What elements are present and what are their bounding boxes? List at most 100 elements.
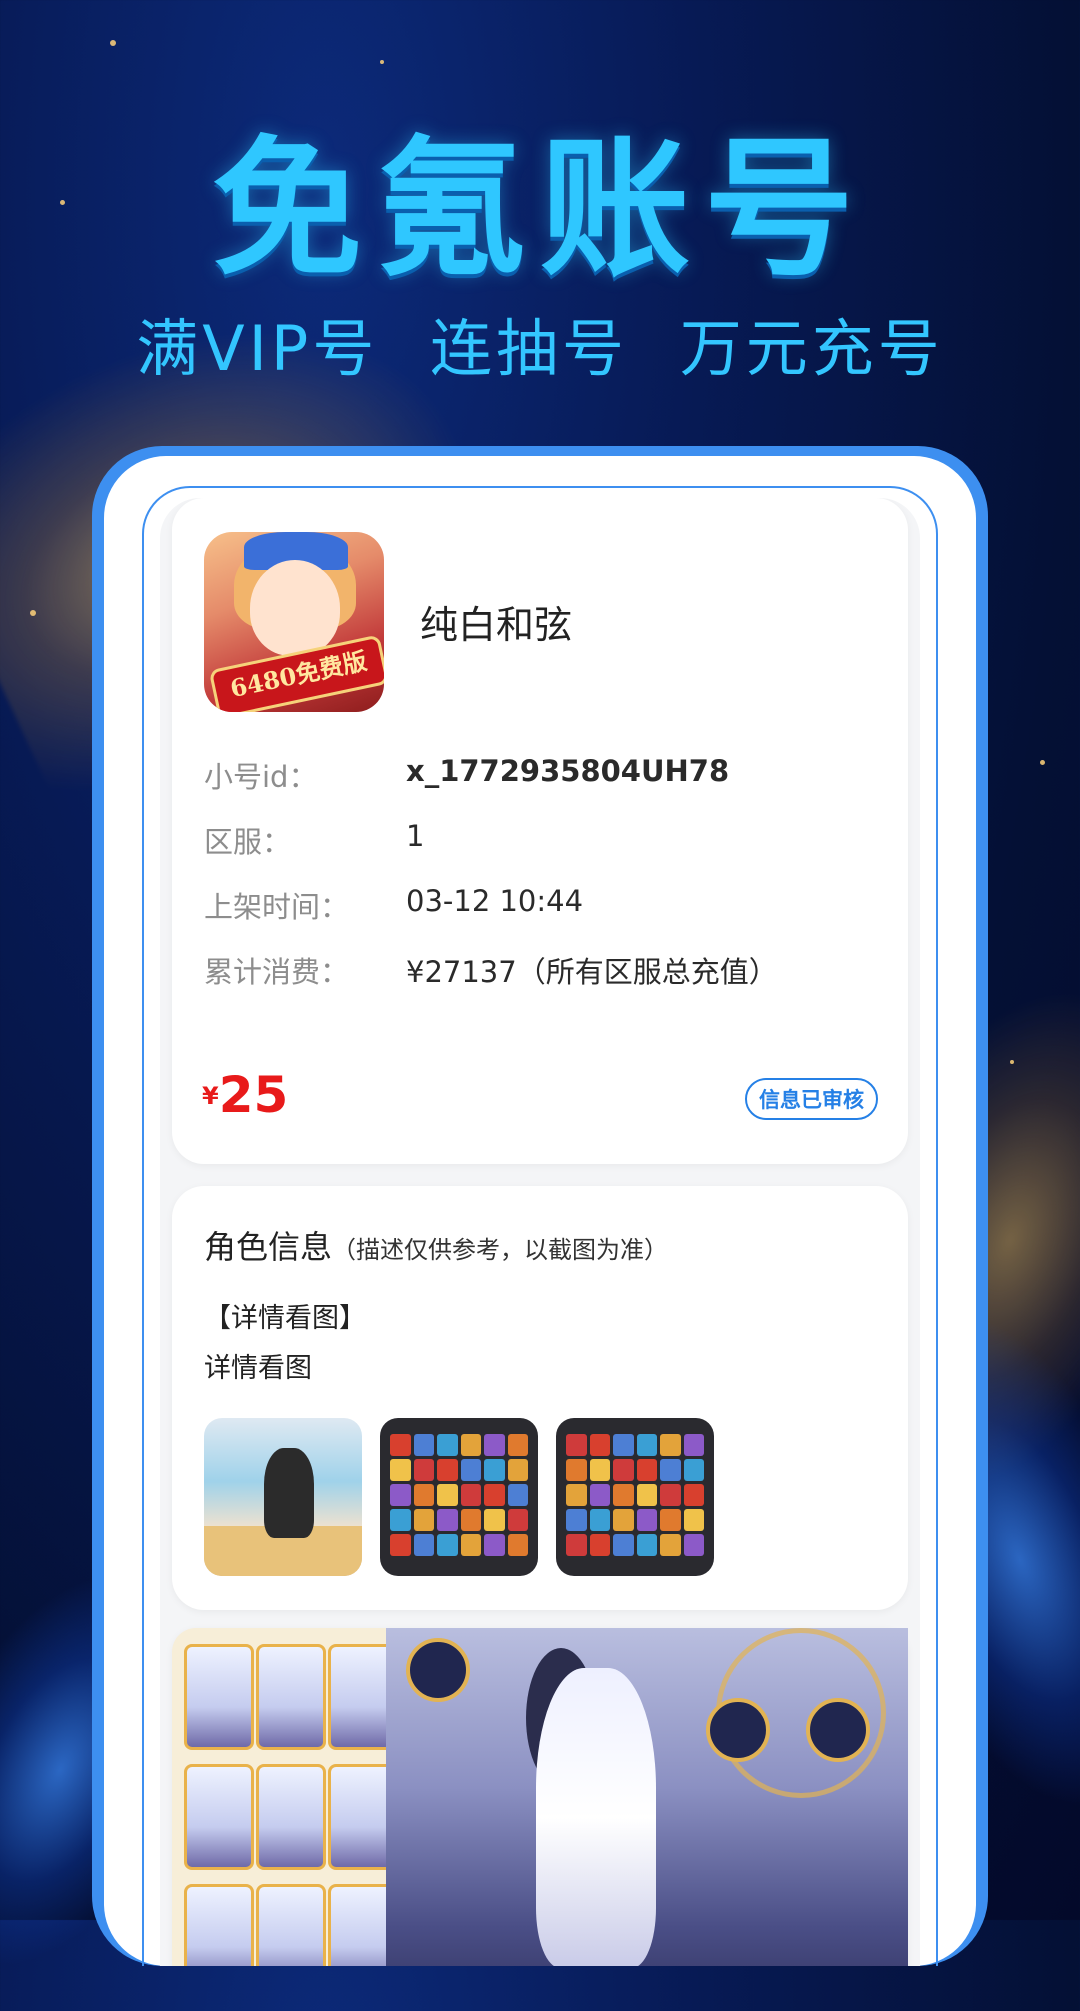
game-cover-icon[interactable]: 6480免费版 xyxy=(204,532,384,712)
inventory-cell xyxy=(460,1509,481,1531)
sparkle xyxy=(30,610,36,616)
price-amount: 25 xyxy=(218,1066,289,1124)
inventory-cell xyxy=(413,1509,434,1531)
inventory-cell xyxy=(437,1434,458,1456)
inventory-cell xyxy=(390,1484,411,1506)
inventory-cell xyxy=(484,1534,505,1556)
info-label: 小号id： xyxy=(204,760,318,794)
role-info-title: 角色信息（描述仅供参考，以截图为准） xyxy=(204,1222,668,1268)
character-card xyxy=(256,1644,326,1750)
inventory-grid xyxy=(566,1434,704,1556)
inventory-cell xyxy=(613,1509,634,1531)
inventory-cell xyxy=(437,1534,458,1556)
inventory-cell xyxy=(507,1459,528,1481)
inventory-cell xyxy=(484,1509,505,1531)
inventory-cell xyxy=(660,1509,681,1531)
inventory-grid xyxy=(390,1434,528,1556)
gear-icon xyxy=(806,1698,870,1762)
scene-character xyxy=(536,1668,656,1966)
large-screenshot[interactable] xyxy=(172,1628,908,1966)
character-card xyxy=(184,1884,254,1966)
info-value: 1 xyxy=(406,819,425,853)
info-label: 累计消费： xyxy=(204,955,350,989)
inventory-cell xyxy=(460,1484,481,1506)
inventory-cell xyxy=(413,1459,434,1481)
inventory-cell xyxy=(589,1509,610,1531)
inventory-cell xyxy=(507,1509,528,1531)
hero-title: 免氪账号 xyxy=(211,123,868,297)
inventory-cell xyxy=(390,1434,411,1456)
hero-subtitle: 满VIP号 连抽号 万元充号 xyxy=(136,312,944,385)
inventory-cell xyxy=(613,1534,634,1556)
inventory-cell xyxy=(566,1459,587,1481)
sparkle xyxy=(110,40,116,46)
inventory-cell xyxy=(636,1484,657,1506)
inventory-cell xyxy=(437,1484,458,1506)
screenshot-thumbnail[interactable] xyxy=(556,1418,714,1576)
phone-frame: 6480免费版 纯白和弦 小号id： x_1772935804UH78 区服： … xyxy=(92,446,988,1966)
info-value: x_1772935804UH78 xyxy=(406,754,730,788)
info-value: 03-12 10:44 xyxy=(406,884,584,918)
inventory-cell xyxy=(413,1534,434,1556)
info-label: 区服： xyxy=(204,825,292,859)
detail-text: 详情看图 xyxy=(204,1353,312,1384)
inventory-cell xyxy=(390,1534,411,1556)
inventory-cell xyxy=(484,1434,505,1456)
inventory-cell xyxy=(460,1459,481,1481)
thumb-art-figure xyxy=(264,1448,314,1538)
inventory-cell xyxy=(636,1459,657,1481)
inventory-cell xyxy=(636,1534,657,1556)
inventory-cell xyxy=(589,1484,610,1506)
inventory-cell xyxy=(683,1509,704,1531)
inventory-cell xyxy=(636,1509,657,1531)
inventory-cell xyxy=(683,1434,704,1456)
info-row-account-id: 小号id： x_1772935804UH78 xyxy=(204,754,876,819)
inventory-cell xyxy=(507,1434,528,1456)
inventory-cell xyxy=(507,1484,528,1506)
inventory-cell xyxy=(683,1534,704,1556)
inventory-cell xyxy=(636,1434,657,1456)
app-screen: 6480免费版 纯白和弦 小号id： x_1772935804UH78 区服： … xyxy=(160,498,920,1966)
screenshot-thumbnail[interactable] xyxy=(380,1418,538,1576)
inventory-cell xyxy=(437,1459,458,1481)
inventory-cell xyxy=(660,1534,681,1556)
account-info-list: 小号id： x_1772935804UH78 区服： 1 上架时间： 03-12… xyxy=(204,754,876,1014)
inventory-cell xyxy=(660,1484,681,1506)
inventory-cell xyxy=(660,1459,681,1481)
inventory-cell xyxy=(613,1459,634,1481)
inventory-cell xyxy=(507,1534,528,1556)
inventory-cell xyxy=(683,1484,704,1506)
screenshot-thumbnail[interactable] xyxy=(204,1418,362,1576)
inventory-cell xyxy=(589,1459,610,1481)
inventory-cell xyxy=(437,1509,458,1531)
inventory-cell xyxy=(460,1434,481,1456)
sparkle xyxy=(1010,1060,1014,1064)
inventory-cell xyxy=(589,1434,610,1456)
info-label: 上架时间： xyxy=(204,890,350,924)
phone-bezel: 6480免费版 纯白和弦 小号id： x_1772935804UH78 区服： … xyxy=(104,456,976,1966)
inventory-cell xyxy=(613,1484,634,1506)
info-row-listed-time: 上架时间： 03-12 10:44 xyxy=(204,884,876,949)
inventory-cell xyxy=(566,1509,587,1531)
inventory-cell xyxy=(683,1459,704,1481)
inventory-cell xyxy=(390,1509,411,1531)
inventory-cell xyxy=(589,1534,610,1556)
character-card xyxy=(184,1644,254,1750)
inventory-cell xyxy=(413,1484,434,1506)
character-card xyxy=(184,1764,254,1870)
info-row-total-spend: 累计消费： ¥27137（所有区服总充值） xyxy=(204,949,876,1014)
inventory-cell xyxy=(566,1434,587,1456)
character-card xyxy=(256,1764,326,1870)
inventory-cell xyxy=(484,1459,505,1481)
role-info-card: 角色信息（描述仅供参考，以截图为准） 【详情看图】 详情看图 xyxy=(172,1186,908,1610)
inventory-cell xyxy=(613,1434,634,1456)
inventory-cell xyxy=(413,1434,434,1456)
sparkle xyxy=(380,60,384,64)
inventory-cell xyxy=(460,1534,481,1556)
account-listing-card[interactable]: 6480免费版 纯白和弦 小号id： x_1772935804UH78 区服： … xyxy=(172,498,908,1164)
role-info-heading: 角色信息 xyxy=(204,1228,333,1266)
price: ¥25 xyxy=(202,1066,288,1124)
role-info-note: （描述仅供参考，以截图为准） xyxy=(332,1236,669,1264)
verified-badge: 信息已审核 xyxy=(745,1078,878,1120)
character-card xyxy=(256,1884,326,1966)
